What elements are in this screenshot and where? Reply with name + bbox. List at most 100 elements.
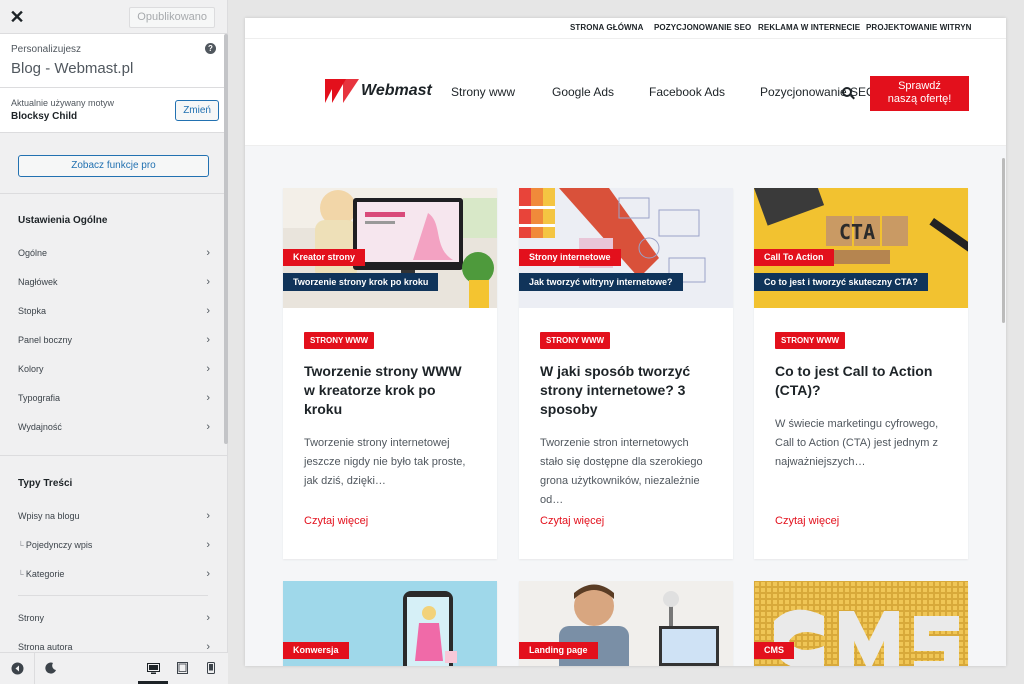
site-logo[interactable]: Webmast: [325, 79, 432, 103]
post-thumbnail[interactable]: CTA Call To Action Co to jest i tworzyć …: [754, 188, 968, 308]
menu-item-footer[interactable]: Stopka ›: [18, 303, 210, 319]
post-badge[interactable]: STRONY WWW: [304, 332, 375, 349]
menu-item-label: Kategorie: [18, 569, 65, 579]
post-thumbnail[interactable]: Kreator strony Tworzenie strony krok po …: [283, 188, 497, 308]
post-image-title: Co to jest i tworzyć skuteczny CTA?: [754, 273, 928, 291]
top-link-ads[interactable]: REKLAMA W INTERNECIE: [758, 23, 860, 32]
chevron-right-icon: ›: [206, 510, 210, 522]
mobile-preview-icon[interactable]: [204, 661, 218, 675]
webmast-logo-icon: [325, 79, 359, 103]
publish-button[interactable]: Opublikowano: [129, 7, 215, 28]
menu-item-blog-posts[interactable]: Wpisy na blogu ›: [18, 508, 210, 524]
post-card[interactable]: Kreator strony Tworzenie strony krok po …: [283, 188, 497, 559]
post-title[interactable]: Co to jest Call to Action (CTA)?: [775, 362, 947, 400]
menu-item-header[interactable]: Nagłówek ›: [18, 274, 210, 290]
menu-item-performance[interactable]: Wydajność ›: [18, 419, 210, 435]
menu-item-colors[interactable]: Kolory ›: [18, 361, 210, 377]
top-link-design[interactable]: PROJEKTOWANIE WITRYN: [866, 23, 972, 32]
content-types-heading: Typy Treści: [18, 478, 73, 489]
post-category-tag[interactable]: Konwersja: [283, 642, 349, 659]
menu-item-label: Ogólne: [18, 248, 48, 258]
search-icon[interactable]: [842, 87, 852, 97]
post-card[interactable]: Landing page: [519, 581, 733, 666]
post-image-title: Jak tworzyć witryny internetowe?: [519, 273, 683, 291]
post-body: STRONY WWW Co to jest Call to Action (CT…: [754, 308, 968, 559]
offer-button-line1: Sprawdź: [898, 80, 941, 92]
nav-google-ads[interactable]: Google Ads: [552, 85, 614, 99]
pro-features-button[interactable]: Zobacz funkcje pro: [18, 155, 209, 177]
desktop-preview-icon[interactable]: [146, 661, 160, 675]
change-theme-button[interactable]: Zmień: [175, 100, 219, 121]
chevron-right-icon: ›: [206, 305, 210, 317]
post-card[interactable]: CTA Call To Action Co to jest i tworzyć …: [754, 188, 968, 559]
post-thumbnail[interactable]: Landing page: [519, 581, 733, 666]
menu-item-label: Panel boczny: [18, 335, 73, 345]
sidebar-scrollbar[interactable]: [224, 34, 228, 444]
post-card[interactable]: Konwersja: [283, 581, 497, 666]
cta-blocks-text: CTA: [839, 220, 875, 244]
collapse-icon[interactable]: [10, 661, 24, 675]
menu-item-categories[interactable]: Kategorie ›: [18, 566, 210, 582]
theme-panel: Aktualnie używany motyw Blocksy Child Zm…: [0, 88, 227, 133]
post-category-tag[interactable]: Kreator strony: [283, 249, 366, 266]
site-header: Webmast Strony www Google Ads Facebook A…: [245, 39, 1006, 146]
menu-item-general[interactable]: Ogólne ›: [18, 245, 210, 261]
menu-item-typography[interactable]: Typografia ›: [18, 390, 210, 406]
menu-item-label: Nagłówek: [18, 277, 58, 287]
divider: [0, 193, 228, 194]
post-category-tag[interactable]: Strony internetowe: [519, 249, 621, 266]
post-body: STRONY WWW W jaki sposób tworzyć strony …: [519, 308, 733, 559]
post-excerpt: Tworzenie strony internetowej jeszcze ni…: [304, 437, 466, 487]
post-thumbnail[interactable]: CMS: [754, 581, 968, 666]
menu-item-pages[interactable]: Strony ›: [18, 610, 210, 626]
menu-item-label: Wydajność: [18, 422, 62, 432]
close-icon[interactable]: ✕: [0, 0, 34, 34]
logo-text: Webmast: [361, 82, 432, 99]
preview-scrollbar[interactable]: [1002, 158, 1005, 323]
site-title: Blog - Webmast.pl: [11, 60, 134, 77]
post-badge[interactable]: STRONY WWW: [540, 332, 611, 349]
offer-button-line2: naszą ofertę!: [887, 93, 952, 105]
nav-seo[interactable]: Pozycjonowanie SEO: [760, 85, 875, 99]
post-card[interactable]: Strony internetowe Jak tworzyć witryny i…: [519, 188, 733, 559]
post-image-title: Tworzenie strony krok po kroku: [283, 273, 439, 291]
chevron-right-icon: ›: [206, 363, 210, 375]
menu-item-label: Kolory: [18, 364, 44, 374]
customizer-footer: [0, 652, 228, 684]
chevron-right-icon: ›: [206, 612, 210, 624]
menu-item-label: Stopka: [18, 306, 47, 316]
menu-item-label: Strona autora: [18, 642, 73, 652]
read-more-link[interactable]: Czytaj więcej: [775, 515, 839, 527]
offer-button[interactable]: Sprawdź naszą ofertę!: [870, 76, 969, 111]
nav-facebook-ads[interactable]: Facebook Ads: [649, 85, 725, 99]
post-card[interactable]: CMS: [754, 581, 968, 666]
chevron-right-icon: ›: [206, 247, 210, 259]
divider: [34, 653, 35, 684]
read-more-link[interactable]: Czytaj więcej: [540, 515, 604, 527]
top-link-seo[interactable]: POZYCJONOWANIE SEO: [654, 23, 751, 32]
post-category-tag[interactable]: Landing page: [519, 642, 598, 659]
personalizing-label: Personalizujesz: [11, 44, 82, 55]
post-title[interactable]: W jaki sposób tworzyć strony internetowe…: [540, 362, 712, 419]
customizer-sidebar: ✕ Opublikowano Personalizujesz Blog - We…: [0, 0, 228, 684]
menu-item-single-post[interactable]: Pojedynczy wpis ›: [18, 537, 210, 553]
post-thumbnail[interactable]: Konwersja: [283, 581, 497, 666]
dark-mode-icon[interactable]: [44, 661, 58, 675]
tablet-preview-icon[interactable]: [175, 661, 189, 675]
top-menu: STRONA GŁÓWNA POZYCJONOWANIE SEO REKLAMA…: [245, 18, 1006, 39]
menu-item-label: Typografia: [18, 393, 61, 403]
site-preview: STRONA GŁÓWNA POZYCJONOWANIE SEO REKLAMA…: [245, 18, 1006, 666]
help-icon[interactable]: ?: [205, 43, 216, 54]
read-more-link[interactable]: Czytaj więcej: [304, 515, 368, 527]
post-excerpt: W świecie marketingu cyfrowego, Call to …: [775, 418, 939, 468]
post-title[interactable]: Tworzenie strony WWW w kreatorze krok po…: [304, 362, 476, 419]
post-thumbnail[interactable]: Strony internetowe Jak tworzyć witryny i…: [519, 188, 733, 308]
post-category-tag[interactable]: CMS: [754, 642, 794, 659]
divider: [18, 595, 208, 596]
post-category-tag[interactable]: Call To Action: [754, 249, 834, 266]
top-link-home[interactable]: STRONA GŁÓWNA: [570, 23, 643, 32]
menu-item-sidebar[interactable]: Panel boczny ›: [18, 332, 210, 348]
post-badge[interactable]: STRONY WWW: [775, 332, 846, 349]
nav-strony-www[interactable]: Strony www: [451, 85, 515, 99]
menu-item-label: Wpisy na blogu: [18, 511, 80, 521]
